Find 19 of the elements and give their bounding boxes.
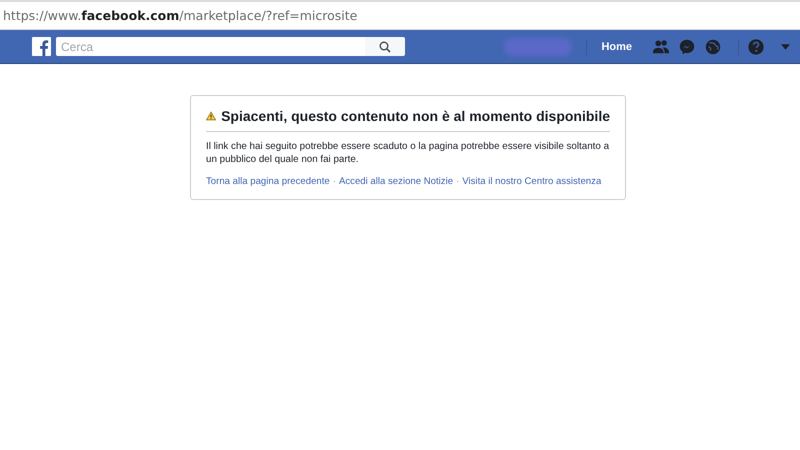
notice-title: Spiacenti, questo contenuto non è al momento disponibile	[221, 108, 610, 124]
warning-icon	[206, 110, 216, 122]
search-button[interactable]	[365, 37, 405, 56]
home-link[interactable]: Home	[601, 40, 632, 52]
help-link[interactable]: Visita il nostro Centro assistenza	[462, 176, 602, 187]
url-text[interactable]: https://www.facebook.com/marketplace/?ref=microsite	[3, 8, 358, 23]
search-icon	[379, 40, 391, 52]
notice-message: Il link che hai seguito potrebbe essere scaduto o la pagina potrebbe essere visibile soltanto a un pubblico del quale non fai parte.	[206, 140, 610, 166]
separator-dot: ·	[456, 176, 460, 187]
help-icon[interactable]	[747, 38, 765, 56]
caret-icon[interactable]	[781, 44, 790, 50]
friends-icon[interactable]	[652, 38, 670, 56]
separator-dot: ·	[332, 176, 336, 187]
logo-icon[interactable]	[32, 37, 51, 56]
help-link[interactable]: Torna alla pagina precedente	[206, 176, 330, 187]
globe-icon[interactable]	[704, 38, 722, 56]
help-link[interactable]: Accedi alla sezione Notizie	[338, 176, 454, 187]
messenger-icon[interactable]	[678, 38, 696, 56]
search-field[interactable]: Cerca	[56, 37, 365, 56]
